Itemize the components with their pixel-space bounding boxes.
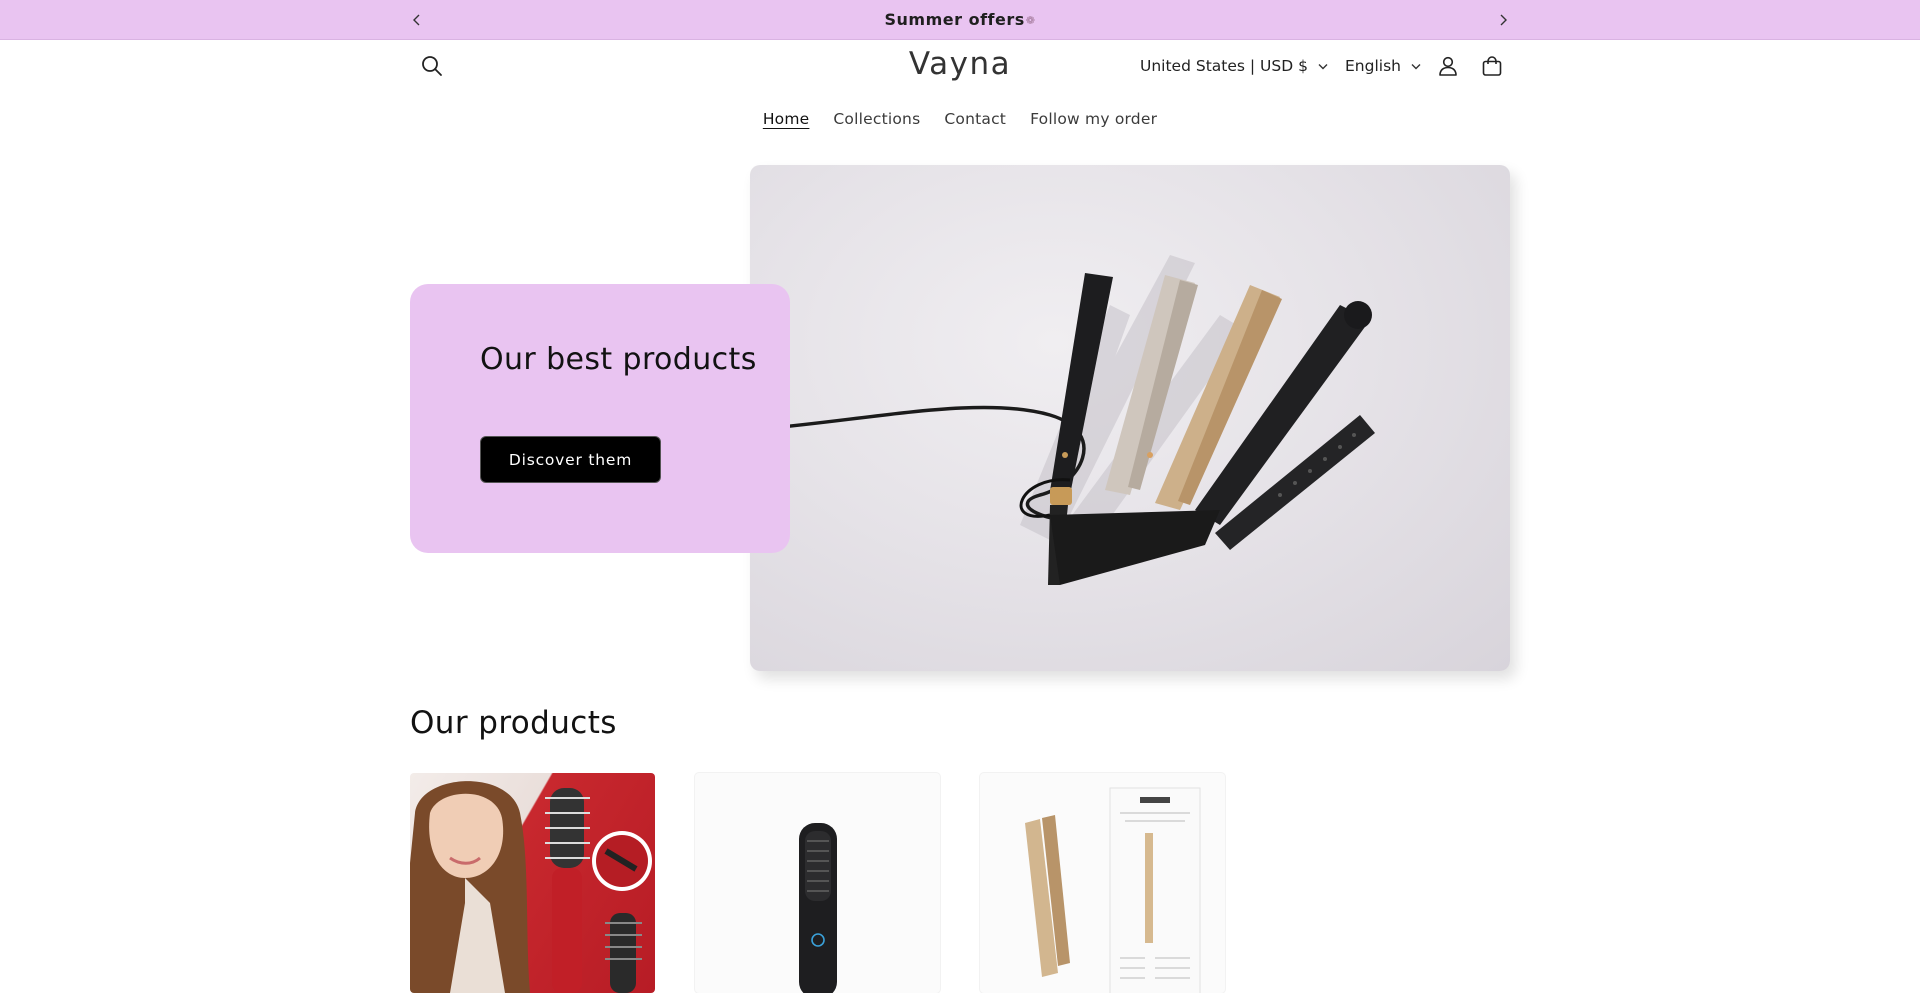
chevron-down-icon <box>1411 63 1421 69</box>
product-image-flat-iron-box <box>1025 787 1201 993</box>
product-image-straightening-brush <box>799 823 837 993</box>
hero-image <box>750 165 1510 671</box>
next-announcement-button[interactable] <box>1491 8 1515 32</box>
announcement-bar: Summer offers❁ <box>0 0 1920 40</box>
user-icon <box>1439 56 1457 76</box>
hero-text-card <box>410 284 790 553</box>
search-icon <box>422 56 442 76</box>
nav-item-collections[interactable]: Collections <box>821 110 932 128</box>
country-currency-label: United States | USD $ <box>1140 57 1308 75</box>
country-currency-selector[interactable]: United States | USD $ <box>1140 54 1328 78</box>
search-button[interactable] <box>418 52 446 80</box>
chevron-right-icon <box>1500 14 1507 26</box>
chevron-down-icon <box>1318 63 1328 69</box>
discover-button[interactable]: Discover them <box>480 436 661 483</box>
nav-item-follow-my-order[interactable]: Follow my order <box>1018 110 1169 128</box>
product-card[interactable] <box>980 773 1225 993</box>
product-image-hot-air-brush <box>410 781 652 993</box>
announcement-text: Summer offers❁ <box>884 10 1036 29</box>
shopping-bag-icon <box>1482 56 1502 76</box>
nav-item-contact[interactable]: Contact <box>932 110 1018 128</box>
hair-tools-illustration <box>750 255 1375 585</box>
sun-icon: ❁ <box>1025 14 1036 27</box>
cart-button[interactable] <box>1478 52 1506 80</box>
site-logo[interactable]: Vayna <box>860 46 1060 82</box>
account-button[interactable] <box>1434 52 1462 80</box>
site-header: Vayna United States | USD $ English Home… <box>0 40 1920 150</box>
nav-item-home[interactable]: Home <box>751 110 822 128</box>
products-section-title: Our products <box>410 705 617 741</box>
hero-title: Our best products <box>480 342 757 377</box>
language-selector[interactable]: English <box>1345 54 1421 78</box>
product-card[interactable] <box>410 773 655 993</box>
language-label: English <box>1345 57 1401 75</box>
main-navigation: Home Collections Contact Follow my order <box>0 110 1920 128</box>
product-card[interactable] <box>695 773 940 993</box>
